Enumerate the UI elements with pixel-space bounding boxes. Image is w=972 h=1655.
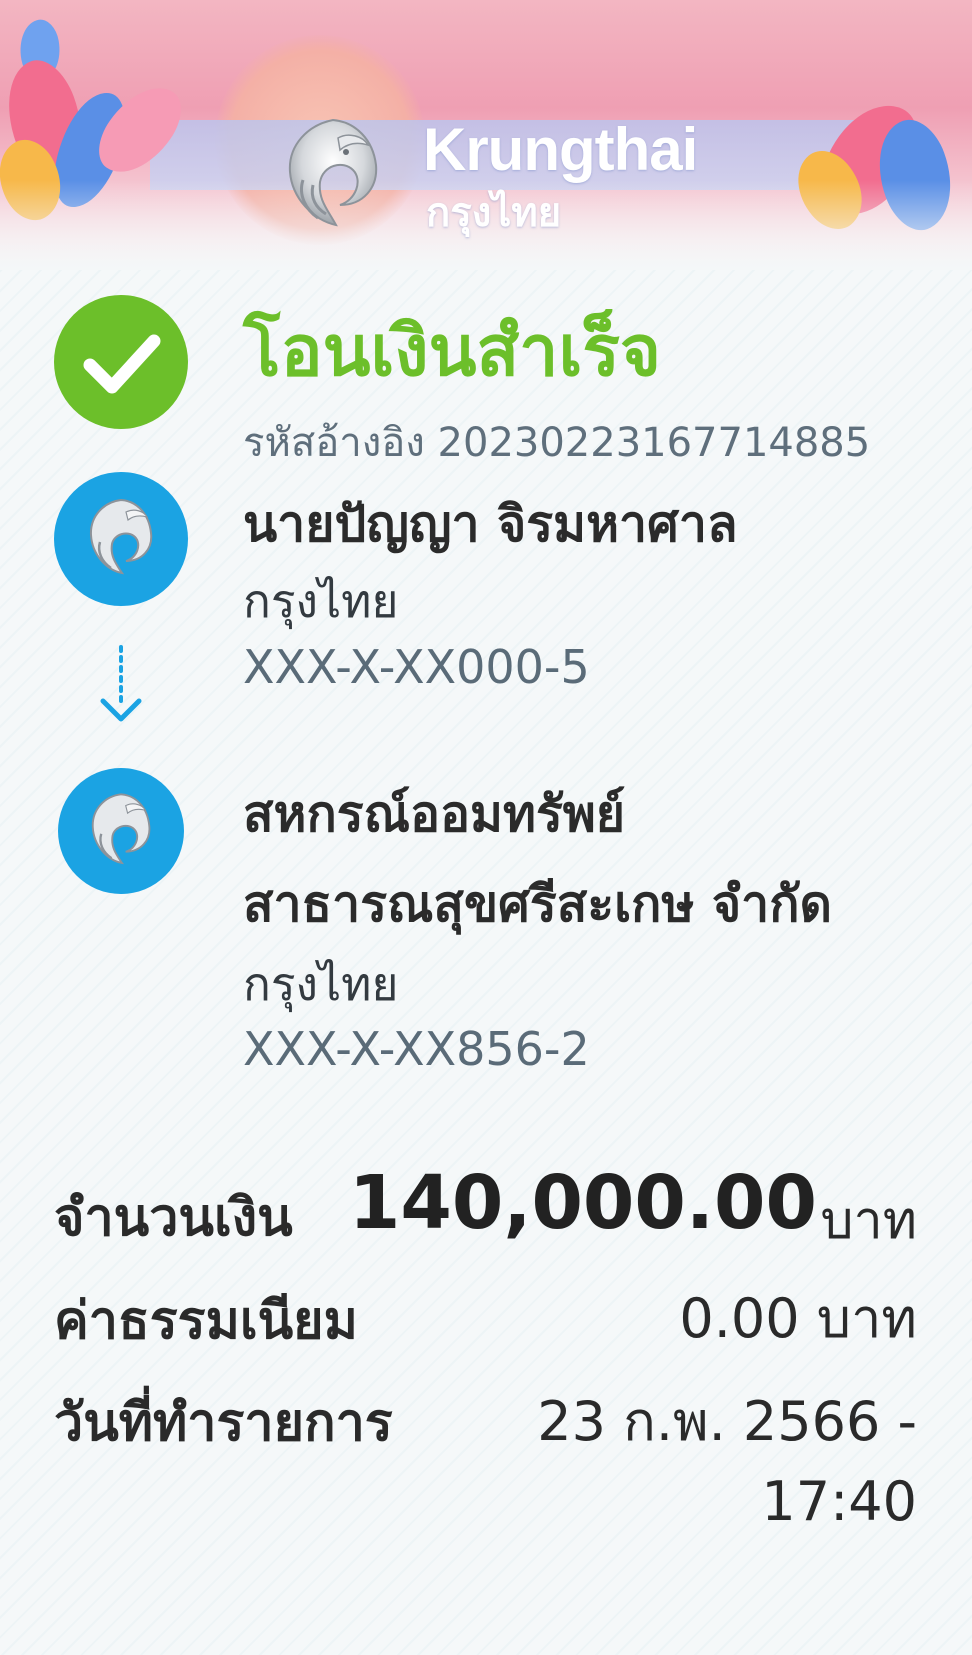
amount-label: จำนวนเงิน: [54, 1188, 293, 1248]
sender-name: นายปัญญา จิรมหาศาล: [243, 495, 738, 553]
success-check-icon: [54, 295, 188, 429]
sender-bank-logo-icon: [54, 472, 188, 606]
amount-value: 140,000.00: [348, 1160, 817, 1246]
header-banner: Krungthai กรุงไทย: [0, 0, 972, 270]
transaction-date-label: วันที่ทำรายการ: [54, 1393, 393, 1453]
fee-value: 0.00 บาท: [679, 1287, 917, 1350]
sender-account: XXX-X-XX000-5: [243, 640, 590, 694]
receiver-bank-logo-icon: [58, 768, 184, 894]
transfer-success-title: โอนเงินสำเร็จ: [243, 310, 662, 392]
amount-unit: บาท: [820, 1191, 917, 1251]
receiver-account: XXX-X-XX856-2: [243, 1022, 590, 1076]
reference-number: รหัสอ้างอิง 20230223167714885: [243, 420, 871, 466]
brand-name-th: กรุงไทย: [426, 191, 562, 235]
transaction-time-value: 17:40: [761, 1470, 917, 1533]
transaction-date-value: 23 ก.พ. 2566 -: [537, 1390, 917, 1453]
receiver-bank: กรุงไทย: [243, 957, 399, 1011]
receiver-name-line2: สาธารณสุขศรีสะเกษ จำกัด: [243, 875, 832, 933]
phoenix-logo-icon: [288, 118, 378, 227]
receiver-name-line1: สหกรณ์ออมทรัพย์: [243, 785, 626, 843]
fee-label: ค่าธรรมเนียม: [54, 1291, 358, 1351]
transfer-arrow-down-icon: [100, 645, 142, 722]
sender-bank: กรุงไทย: [243, 574, 399, 628]
brand-name-en: Krungthai: [423, 116, 698, 183]
brand-logo: Krungthai กรุงไทย: [268, 110, 728, 240]
